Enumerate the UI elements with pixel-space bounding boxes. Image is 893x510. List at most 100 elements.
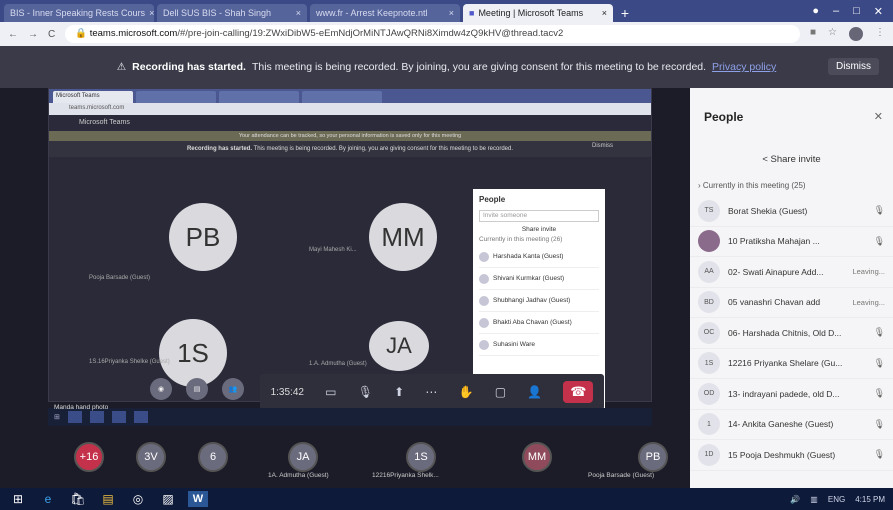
gallery-participant[interactable]: JA 1A. Admutha (Guest) bbox=[268, 438, 336, 479]
tile-name: Mayi Mahesh Ki... bbox=[309, 247, 357, 253]
more-options-icon[interactable]: ⋯ bbox=[425, 385, 437, 399]
people-row[interactable]: 1D 15 Pooja Deshmukh (Guest) 🎙 bbox=[690, 440, 893, 471]
profile-avatar[interactable] bbox=[849, 27, 863, 41]
camera-toggle-icon[interactable]: ▭ bbox=[325, 385, 336, 399]
shared-people-row: Suhasini Ware bbox=[479, 334, 599, 356]
explorer-icon[interactable]: ▤ bbox=[98, 491, 118, 507]
edge-icon[interactable]: e bbox=[38, 491, 58, 507]
tile-name: 1S.16Priyanka Shelke (Guest) bbox=[89, 359, 170, 365]
reload-icon[interactable]: C bbox=[48, 29, 55, 40]
dismiss-button[interactable]: Dismiss bbox=[828, 58, 879, 75]
shared-people-row: Harshada Kanta (Guest) bbox=[479, 246, 599, 268]
maximize-icon[interactable]: □ bbox=[853, 5, 860, 18]
close-icon[interactable]: ✕ bbox=[874, 110, 883, 123]
meeting-stage: Microsoft Teams teams.microsoft.com Micr… bbox=[0, 88, 690, 488]
forward-icon[interactable]: → bbox=[28, 29, 38, 40]
windows-start-icon[interactable]: ⊞ bbox=[8, 491, 28, 507]
recording-banner: ⚠ Recording has started. This meeting is… bbox=[0, 46, 893, 88]
shared-tab bbox=[136, 91, 216, 103]
participant-name: 10 Pratiksha Mahajan ... bbox=[728, 236, 820, 247]
extension-icon[interactable]: ■ bbox=[810, 27, 816, 41]
share-invite-button[interactable]: < Share invite bbox=[690, 154, 893, 165]
people-row[interactable]: 1S 12216 Priyanka Shelare (Gu... 🎙 bbox=[690, 349, 893, 379]
star-icon[interactable]: ☆ bbox=[828, 27, 837, 41]
mic-icon[interactable]: 🎙 bbox=[358, 385, 373, 399]
shared-people-section: Currently in this meeting (26) bbox=[479, 236, 563, 243]
people-section-header[interactable]: › Currently in this meeting (25) bbox=[698, 181, 806, 190]
people-row[interactable]: BD 05 vanashri Chavan add Leaving... bbox=[690, 288, 893, 318]
new-tab-button[interactable]: + bbox=[616, 4, 634, 22]
participant-avatar: 1S bbox=[406, 442, 436, 472]
hang-up-button[interactable]: ☎ bbox=[563, 381, 594, 403]
people-row[interactable]: 1 14- Ankita Ganeshe (Guest) 🎙 bbox=[690, 410, 893, 440]
tile-name: 1.A. Admutha (Guest) bbox=[309, 361, 367, 367]
people-panel: People ✕ < Share invite › Currently in t… bbox=[690, 88, 893, 488]
participant-avatar: OD bbox=[698, 382, 720, 405]
browser-tab[interactable]: Dell SUS BIS - Shah Singh × bbox=[157, 4, 307, 22]
clock[interactable]: 4:15 PM bbox=[855, 495, 885, 504]
word-icon[interactable]: W bbox=[188, 491, 208, 507]
shared-share-invite: Share invite bbox=[521, 226, 557, 233]
close-window-icon[interactable]: ✕ bbox=[874, 5, 883, 18]
participant-name: 14- Ankita Ganeshe (Guest) bbox=[728, 419, 834, 430]
participant-avatar: 6 bbox=[198, 442, 228, 472]
gallery-participant[interactable]: +16 bbox=[60, 438, 122, 478]
store-icon[interactable]: 🛍 bbox=[68, 491, 88, 507]
people-icon[interactable]: 👥 bbox=[222, 378, 244, 400]
participant-name: 12216Priyanka Shelk... bbox=[372, 472, 439, 479]
gallery-participant[interactable]: PB Pooja Barsade (Guest) bbox=[588, 438, 686, 479]
shared-people-row: Shubhangi Jadhav (Guest) bbox=[479, 290, 599, 312]
back-icon[interactable]: ← bbox=[8, 29, 18, 40]
banner-text: This meeting is being recorded. By joini… bbox=[251, 61, 707, 73]
close-icon[interactable]: × bbox=[602, 8, 607, 18]
close-icon[interactable]: × bbox=[296, 8, 301, 18]
shared-recording-banner: Recording has started. This meeting is b… bbox=[49, 141, 651, 157]
url-field[interactable]: 🔒 teams.microsoft.com/#/pre-join-calling… bbox=[65, 25, 800, 43]
mic-icon: 🎙 bbox=[873, 327, 885, 338]
participant-avatar: AA bbox=[698, 260, 720, 283]
browser-tab-active[interactable]: ■ Meeting | Microsoft Teams × bbox=[463, 4, 613, 22]
volume-icon[interactable]: 🔊 bbox=[790, 495, 800, 504]
share-screen-icon[interactable]: ⬆ bbox=[394, 385, 404, 399]
participants-icon[interactable]: 👤 bbox=[527, 385, 542, 399]
reaction-buttons: ◉ ▤ 👥 bbox=[150, 378, 244, 400]
system-tray: 🔊 ▥ ENG 4:15 PM bbox=[790, 495, 885, 504]
shared-tab bbox=[219, 91, 299, 103]
minimize-icon[interactable]: – bbox=[833, 5, 839, 18]
menu-icon[interactable]: ⋮ bbox=[875, 27, 885, 41]
gallery-participant[interactable]: 1S 12216Priyanka Shelk... bbox=[372, 438, 454, 479]
people-row[interactable]: 10 Pratiksha Mahajan ... 🎙 bbox=[690, 227, 893, 257]
browser-tab[interactable]: BIS - Inner Speaking Rests Cours × bbox=[4, 4, 154, 22]
people-row[interactable]: AA 02- Swati Ainapure Add... Leaving... bbox=[690, 257, 893, 288]
gallery-participant[interactable]: MM bbox=[508, 438, 570, 478]
browser-tab[interactable]: www.fr - Arrest Keepnote.ntl × bbox=[310, 4, 460, 22]
gallery-participant[interactable]: 3V bbox=[122, 438, 184, 478]
chat-toggle-icon[interactable]: ▢ bbox=[495, 385, 506, 399]
participant-name: 13- indrayani padede, old D... bbox=[728, 388, 840, 399]
shared-people-row: Bhakti Aba Chavan (Guest) bbox=[479, 312, 599, 334]
close-icon[interactable]: × bbox=[149, 8, 154, 18]
browser-tab-bar: BIS - Inner Speaking Rests Cours × Dell S… bbox=[0, 0, 893, 22]
language-indicator[interactable]: ENG bbox=[828, 495, 845, 504]
people-row[interactable]: TS Borat Shekia (Guest) 🎙 bbox=[690, 196, 893, 227]
participant-name: 02- Swati Ainapure Add... bbox=[728, 266, 824, 277]
people-row[interactable]: OC 06- Harshada Chitnis, Old D... 🎙 bbox=[690, 318, 893, 349]
raise-hand-icon[interactable]: ✋ bbox=[459, 385, 474, 399]
network-icon[interactable]: ▥ bbox=[810, 495, 818, 504]
window-controls: ● – □ ✕ bbox=[812, 5, 893, 22]
people-row[interactable]: OD 13- indrayani padede, old D... 🎙 bbox=[690, 379, 893, 410]
shared-dismiss: Dismiss bbox=[592, 143, 613, 149]
participant-avatar: 1D bbox=[698, 443, 720, 466]
participant-gallery: +16 3V 6 JA 1A. Admutha (Guest) 1S 12216Pr… bbox=[60, 438, 686, 479]
close-icon[interactable]: × bbox=[449, 8, 454, 18]
camera-icon[interactable]: ◉ bbox=[150, 378, 172, 400]
photos-icon[interactable]: ▨ bbox=[158, 491, 178, 507]
privacy-policy-link[interactable]: Privacy policy bbox=[712, 61, 776, 73]
shared-notice: Your attendance can be tracked, so your … bbox=[49, 131, 651, 141]
chat-icon[interactable]: ▤ bbox=[186, 378, 208, 400]
chrome-icon[interactable]: ◎ bbox=[128, 491, 148, 507]
participant-name: Pooja Barsade (Guest) bbox=[588, 472, 655, 479]
gallery-participant[interactable]: 6 bbox=[184, 438, 246, 478]
profile-icon[interactable]: ● bbox=[812, 5, 819, 18]
shared-tab bbox=[302, 91, 382, 103]
